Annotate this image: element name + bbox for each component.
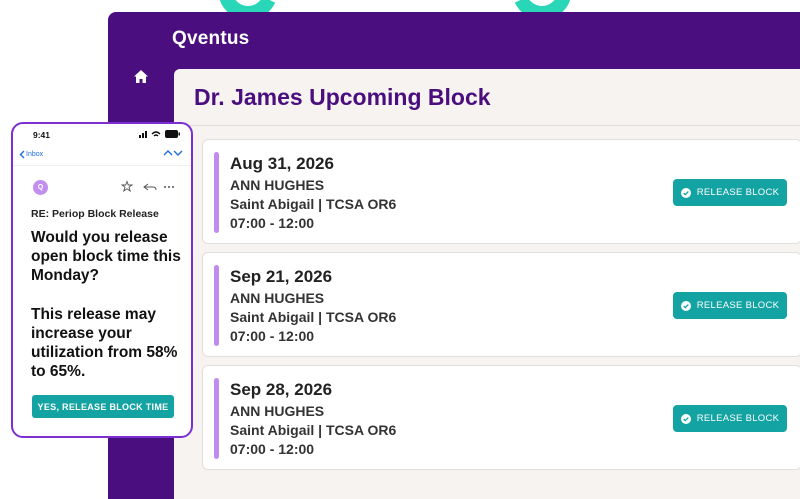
- stage: Qventus Dr. James Upcoming Block Aug 31,…: [0, 0, 800, 499]
- block-date: Sep 28, 2026: [230, 380, 333, 399]
- block-card: Sep 28, 2026 ANN HUGHES Saint Abigail | …: [202, 365, 800, 470]
- chevron-left-icon: [19, 150, 25, 159]
- release-block-button[interactable]: RELEASE BLOCK: [673, 292, 787, 319]
- title-divider: [174, 125, 800, 126]
- star-icon[interactable]: [121, 180, 134, 193]
- more-icon[interactable]: [164, 186, 174, 188]
- block-time: 07:00 - 12:00: [230, 215, 315, 231]
- message-nav-arrows-icon[interactable]: [163, 148, 183, 158]
- reply-icon[interactable]: [143, 183, 157, 191]
- yes-release-block-button[interactable]: YES, RELEASE BLOCK TIME: [32, 395, 174, 418]
- block-date: Aug 31, 2026: [230, 154, 334, 173]
- block-surgeon: ANN HUGHES: [230, 177, 325, 193]
- signal-wifi-battery-icon: [139, 130, 180, 138]
- block-location: Saint Abigail | TCSA OR6: [230, 422, 397, 438]
- block-surgeon: ANN HUGHES: [230, 290, 325, 306]
- inbox-back-link[interactable]: Inbox: [19, 150, 43, 159]
- email-utilization-note: This release may increase your utilizati…: [31, 306, 178, 380]
- email-question: Would you release open block time this M…: [31, 229, 181, 284]
- check-circle-icon: [680, 300, 691, 311]
- avatar: Q: [33, 180, 48, 195]
- release-block-label: RELEASE BLOCK: [696, 300, 780, 311]
- page-title: Dr. James Upcoming Block: [194, 84, 491, 110]
- release-block-label: RELEASE BLOCK: [696, 187, 780, 198]
- phone-divider: [13, 165, 191, 166]
- block-time: 07:00 - 12:00: [230, 328, 315, 344]
- block-card: Sep 21, 2026 ANN HUGHES Saint Abigail | …: [202, 252, 800, 357]
- block-surgeon: ANN HUGHES: [230, 403, 325, 419]
- check-circle-icon: [680, 187, 691, 198]
- brand-logo: Qventus: [172, 28, 250, 49]
- phone-email-preview: 9:41 Inbox Q RE: Periop Block Release Wo…: [11, 122, 193, 438]
- check-circle-icon: [680, 413, 691, 424]
- release-block-button[interactable]: RELEASE BLOCK: [673, 405, 787, 432]
- mail-actions: [121, 180, 174, 193]
- main-content: Dr. James Upcoming Block Aug 31, 2026 AN…: [174, 69, 800, 499]
- status-time: 9:41: [33, 130, 51, 140]
- block-time: 07:00 - 12:00: [230, 441, 315, 457]
- email-subject: RE: Periop Block Release: [31, 208, 159, 220]
- card-accent-bar: [214, 152, 219, 233]
- app-window: Qventus Dr. James Upcoming Block Aug 31,…: [108, 12, 800, 499]
- block-card: Aug 31, 2026 ANN HUGHES Saint Abigail | …: [202, 139, 800, 244]
- release-block-button[interactable]: RELEASE BLOCK: [673, 179, 787, 206]
- inbox-label: Inbox: [26, 151, 44, 158]
- card-accent-bar: [214, 265, 219, 346]
- home-icon[interactable]: [132, 68, 150, 86]
- block-date: Sep 21, 2026: [230, 267, 333, 286]
- block-location: Saint Abigail | TCSA OR6: [230, 196, 397, 212]
- card-accent-bar: [214, 378, 219, 459]
- release-block-label: RELEASE BLOCK: [696, 413, 780, 424]
- block-location: Saint Abigail | TCSA OR6: [230, 309, 397, 325]
